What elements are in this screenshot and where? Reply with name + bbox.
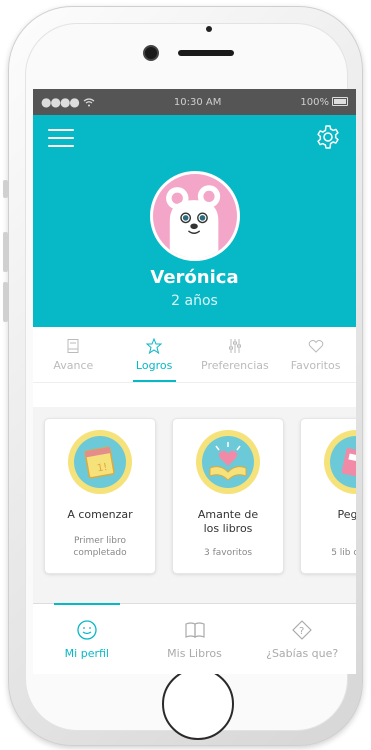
smile-icon	[77, 620, 97, 640]
nav-label: Mis Libros	[167, 647, 222, 660]
achievement-title: A comenzar	[67, 508, 133, 521]
tab-logros[interactable]: Logros	[114, 327, 195, 382]
gear-icon[interactable]	[314, 123, 342, 151]
volume-up-button	[3, 232, 8, 272]
profile-name: Verónica	[150, 267, 239, 288]
tab-label: Avance	[53, 358, 94, 372]
profile-tabs: Avance Logros Preferencias Favoritos	[33, 327, 356, 383]
open-book-icon	[184, 622, 205, 638]
question-icon: ?	[292, 620, 312, 640]
nav-mi-perfil[interactable]: Mi perfil	[33, 603, 141, 674]
achievement-subtitle: 3 favoritos	[203, 548, 253, 558]
nav-label: ¿Sabías que?	[266, 647, 339, 660]
heart-icon	[308, 339, 323, 353]
achievement-card[interactable]: Amante de los libros 3 favoritos	[172, 418, 284, 574]
book-icon	[67, 338, 79, 353]
battery-icon	[331, 97, 348, 106]
calendar-badge-icon: 1!	[68, 430, 132, 494]
volume-down-button	[3, 282, 8, 322]
book-badge-icon	[324, 430, 356, 494]
mute-switch	[3, 180, 8, 198]
achievements-list: 1! A comenzar Primer libro completado Am…	[33, 407, 356, 603]
achievement-subtitle: 5 lib compl	[331, 548, 356, 558]
status-bar: ●●●● 10:30 AM 100%	[33, 89, 356, 115]
tab-avance[interactable]: Avance	[33, 327, 114, 382]
app-screen: ●●●● 10:30 AM 100% Verónica 2 años Avanc…	[33, 89, 356, 674]
svg-text:1!: 1!	[96, 462, 108, 475]
star-icon	[146, 337, 163, 354]
signal-icon: ●●●●	[41, 95, 80, 109]
front-camera	[143, 45, 159, 61]
home-button[interactable]	[162, 668, 234, 740]
heart-book-badge-icon	[196, 430, 260, 494]
achievement-title: Amante de los libros	[197, 508, 259, 535]
status-time: 10:30 AM	[173, 96, 222, 108]
nav-sabias-que[interactable]: ? ¿Sabías que?	[248, 604, 356, 674]
achievement-card[interactable]: 1! A comenzar Primer libro completado	[44, 418, 156, 574]
sliders-icon	[228, 338, 241, 353]
tab-favoritos[interactable]: Favoritos	[275, 327, 356, 382]
profile-header: Verónica 2 años	[33, 115, 356, 327]
nav-label: Mi perfil	[64, 647, 109, 660]
tab-label: Favoritos	[290, 358, 341, 372]
bottom-navigation: Mi perfil Mis Libros ? ¿Sabías que?	[33, 603, 356, 674]
front-sensor	[206, 26, 212, 32]
bear-avatar-icon	[166, 185, 221, 258]
tab-preferencias[interactable]: Preferencias	[195, 327, 276, 382]
tab-label: Logros	[135, 358, 173, 372]
battery-status: 100%	[300, 97, 348, 108]
svg-text:?: ?	[299, 626, 304, 637]
earpiece-speaker	[178, 50, 234, 56]
profile-age: 2 años	[171, 293, 218, 309]
nav-mis-libros[interactable]: Mis Libros	[141, 604, 249, 674]
menu-icon[interactable]	[48, 129, 74, 147]
achievement-title: Pega e	[337, 508, 357, 521]
wifi-icon	[83, 97, 95, 106]
battery-percent: 100%	[300, 96, 329, 108]
achievement-subtitle: Primer libro completado	[73, 536, 127, 558]
achievement-card[interactable]: Pega e 5 lib compl	[300, 418, 356, 574]
tab-label: Preferencias	[201, 358, 269, 372]
avatar[interactable]	[150, 171, 240, 261]
